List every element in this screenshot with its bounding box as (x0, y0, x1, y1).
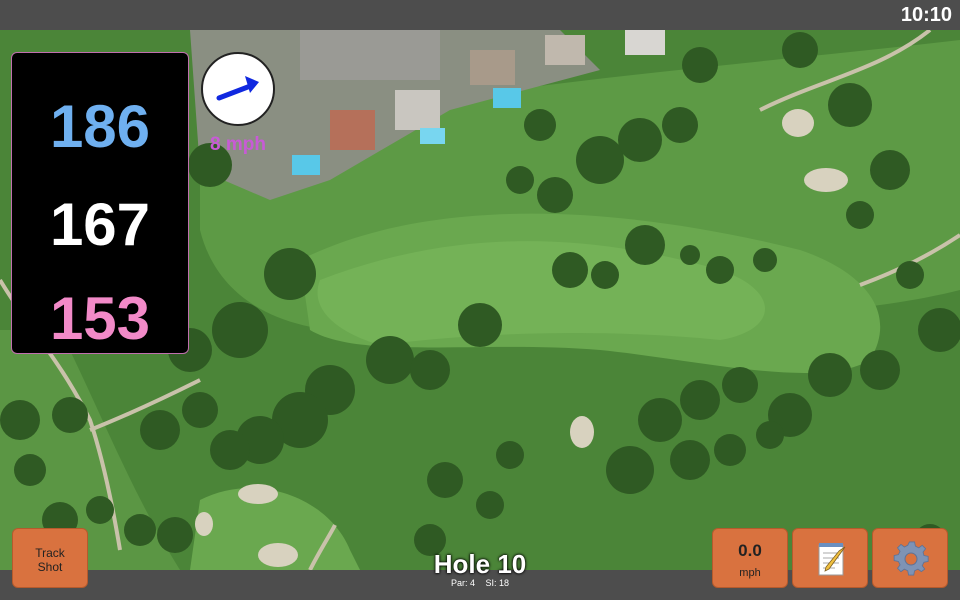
gear-icon (893, 541, 929, 576)
satellite-course-map[interactable]: 186 167 153 8 mph (0, 30, 960, 570)
settings-button[interactable] (872, 528, 948, 588)
notepad-icon (818, 543, 846, 576)
front-of-green-distance: 153 (49, 285, 151, 352)
wind-direction-indicator (201, 52, 275, 126)
track-shot-label-line2: Shot (37, 560, 63, 574)
hole-title: Hole 10 (433, 549, 527, 579)
speed-value: 0.0 (738, 541, 762, 560)
notes-button[interactable] (792, 528, 868, 588)
hole-par: Par: 4 (450, 578, 475, 588)
speed-unit: mph (739, 567, 761, 579)
clock: 10:10 (900, 4, 952, 26)
status-bar: 10:10 (0, 0, 960, 30)
track-shot-label-line1: Track (35, 546, 65, 560)
wind-arrow-icon (216, 76, 259, 101)
hole-details: Par: 4 SI: 18 (380, 578, 580, 588)
yardage-panel: 186 167 153 (11, 52, 189, 354)
hole-stroke-index: SI: 18 (485, 578, 510, 588)
wind-speed: 8 mph (210, 134, 266, 155)
speed-button[interactable]: 0.0 mph (712, 528, 788, 588)
middle-of-green-distance: 167 (49, 191, 151, 258)
track-shot-button[interactable]: Track Shot (12, 528, 88, 588)
back-of-green-distance: 186 (49, 93, 151, 160)
